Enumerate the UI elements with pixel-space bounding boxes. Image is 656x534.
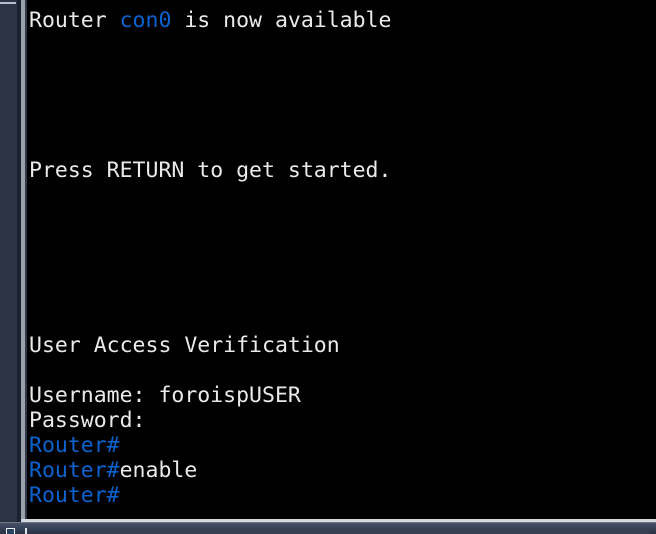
terminal-output-area[interactable]: Router con0 is now available Press RETUR… — [27, 0, 656, 519]
taskbar-empty-area — [80, 529, 650, 534]
terminal-prompt-text: Router# — [29, 433, 120, 458]
taskbar-window-icon[interactable] — [6, 528, 15, 534]
taskbar-top-separator — [0, 522, 656, 523]
terminal-line: User Access Verification — [29, 333, 654, 358]
terminal-text: enable — [119, 458, 198, 483]
taskbar-item-group[interactable] — [6, 528, 27, 534]
terminal-text: User Access Verification — [29, 333, 340, 358]
terminal-text: Username: foroispUSER — [29, 383, 301, 408]
terminal-line: Press RETURN to get started. — [29, 158, 654, 183]
terminal-line: Router#enable — [29, 458, 654, 483]
screen: Router con0 is now available Press RETUR… — [0, 0, 656, 534]
desktop-left-panel — [0, 0, 17, 522]
terminal-line-list: Router con0 is now available Press RETUR… — [29, 8, 654, 508]
taskbar-divider-icon — [25, 528, 27, 534]
terminal-prompt-text: Router# — [29, 483, 120, 508]
terminal-text: is now available — [171, 8, 392, 33]
terminal-line: Password: — [29, 408, 654, 433]
terminal-line: Router# — [29, 433, 654, 458]
terminal-text: Password: — [29, 408, 146, 433]
terminal-prompt-text: con0 — [119, 8, 172, 33]
terminal-text: Router — [29, 8, 120, 33]
terminal-line: Router con0 is now available — [29, 8, 654, 33]
terminal-prompt-text: Router# — [29, 458, 120, 483]
taskbar[interactable] — [0, 522, 656, 534]
terminal-text: Press RETURN to get started. — [29, 158, 392, 183]
terminal-line: Username: foroispUSER — [29, 383, 654, 408]
terminal-line: Router# — [29, 483, 654, 508]
desktop-panel-highlight-line — [0, 2, 16, 4]
